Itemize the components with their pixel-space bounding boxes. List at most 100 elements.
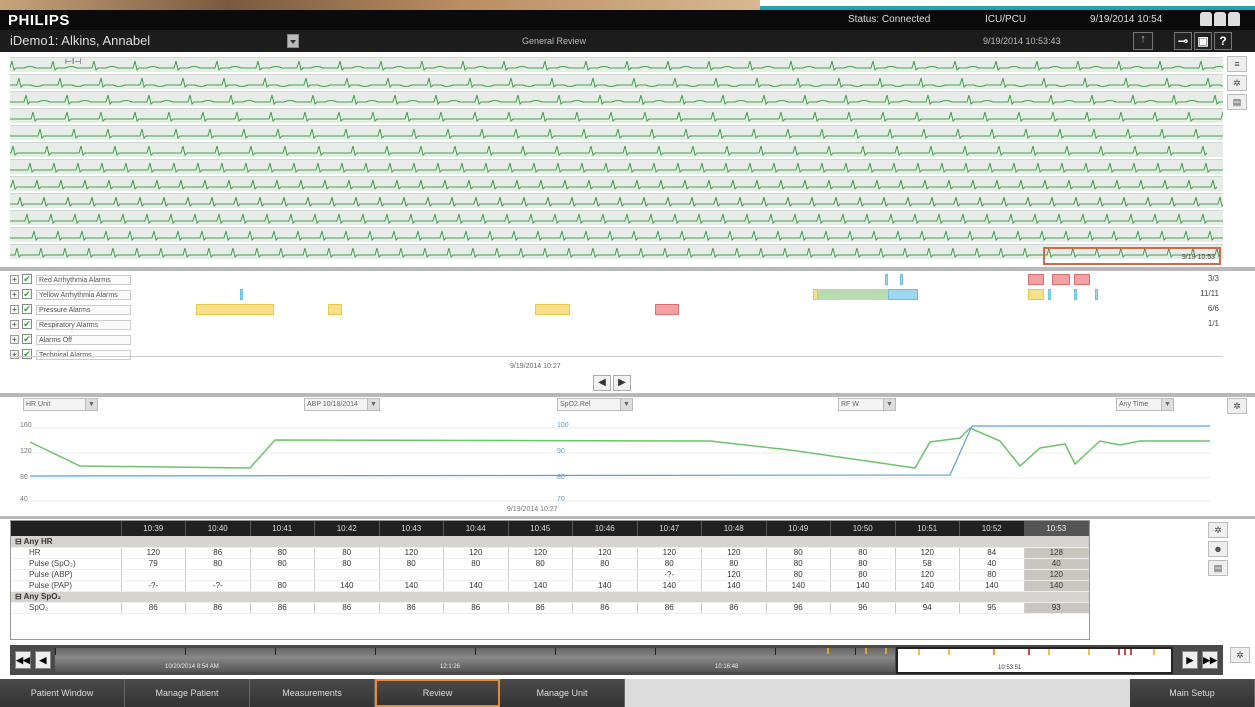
nav-manage-patient[interactable]: Manage Patient xyxy=(125,679,250,707)
next-page-button[interactable]: ▶ xyxy=(1182,651,1198,669)
alarm-checkbox[interactable]: ✔ xyxy=(22,304,32,314)
alarm-event-marker[interactable] xyxy=(196,304,274,315)
up-arrow-button[interactable]: ↑ xyxy=(1133,32,1153,50)
timeline-window[interactable]: 10:53:51 xyxy=(896,647,1173,674)
panel-divider[interactable] xyxy=(0,516,1255,519)
table-row[interactable]: Pulse (SpO₂) 79 80 80 80 80 80 80 80 80 80 80 80 58 40… xyxy=(11,558,1089,570)
first-page-button[interactable]: ◀◀ xyxy=(15,651,31,669)
alarm-event-marker[interactable] xyxy=(328,304,342,315)
alarm-event-marker[interactable] xyxy=(885,274,888,285)
note-icon[interactable]: ▤ xyxy=(1227,94,1247,110)
table-row[interactable]: Pulse (ABP) -?- 120 80 80 120 80 120 xyxy=(11,569,1089,581)
time-column-header[interactable]: 10:49 xyxy=(766,521,831,536)
time-column-header[interactable]: 10:44 xyxy=(443,521,509,536)
alarm-checkbox[interactable]: ✔ xyxy=(22,319,32,329)
print-icon[interactable]: ▣ xyxy=(1194,32,1212,50)
ecg-selection-box[interactable]: 9/19 10:53 xyxy=(1043,247,1221,265)
time-column-header[interactable]: 10:46 xyxy=(572,521,638,536)
time-column-header[interactable]: 10:52 xyxy=(959,521,1025,536)
trend-r2-select[interactable]: RF W ▼ xyxy=(838,398,896,411)
expand-toggle[interactable]: + xyxy=(10,305,19,314)
measurement-value: 94 xyxy=(895,602,960,614)
note-icon[interactable]: ▤ xyxy=(1208,560,1228,576)
trend-right-select[interactable]: SpO2 Rel ▼ xyxy=(557,398,633,411)
nav-main-setup[interactable]: Main Setup xyxy=(1130,679,1255,707)
help-button[interactable]: ? xyxy=(1214,32,1232,50)
previous-alarm-button[interactable]: ◀ xyxy=(593,375,611,391)
alarm-event-marker[interactable] xyxy=(535,304,570,315)
next-alarm-button[interactable]: ▶ xyxy=(613,375,631,391)
expand-toggle[interactable]: + xyxy=(10,320,19,329)
nav-review[interactable]: Review xyxy=(375,679,500,707)
alarm-event-marker[interactable] xyxy=(240,289,243,300)
trend-mid-select[interactable]: ABP 10/18/2014 ▼ xyxy=(304,398,380,411)
expand-toggle[interactable]: + xyxy=(10,335,19,344)
alarm-checkbox[interactable]: ✔ xyxy=(22,289,32,299)
timeline-tick xyxy=(775,648,776,655)
table-row[interactable]: Pulse (PAP) -?- -?- 80 140 140 140 140 140 140 140… xyxy=(11,580,1089,592)
table-row[interactable]: HR 120 86 80 80 120 120 120 120 120 120 80 80 120 84 12… xyxy=(11,547,1089,559)
time-column-header[interactable]: 10:50 xyxy=(830,521,896,536)
alarm-event-marker[interactable] xyxy=(900,274,903,285)
timeline-scrollbar[interactable]: ◀◀ ◀ 10/20/2014 8:54 AM 12:1:26 10:16:48… xyxy=(10,645,1223,675)
expand-toggle[interactable]: + xyxy=(10,350,19,359)
time-column-header[interactable]: 10:39 xyxy=(121,521,186,536)
alarm-checkbox[interactable]: ✔ xyxy=(22,274,32,284)
time-column-header[interactable]: 10:43 xyxy=(379,521,444,536)
waveform-settings-icon[interactable]: ≡ xyxy=(1227,56,1247,72)
time-column-header[interactable]: 10:51 xyxy=(895,521,960,536)
table-group-row[interactable]: ⊟ Any HR xyxy=(11,536,1089,548)
alarm-event-marker[interactable] xyxy=(1028,274,1044,285)
nav-measurements[interactable]: Measurements xyxy=(250,679,375,707)
timeline-window-label: 10:53:51 xyxy=(998,665,1022,671)
trend-left-select[interactable]: HR Unit ▼ xyxy=(23,398,98,411)
measurement-value: 86 xyxy=(314,602,380,614)
gear-icon[interactable]: ✲ xyxy=(1227,398,1247,414)
time-column-header[interactable]: 10:48 xyxy=(701,521,767,536)
previous-page-button[interactable]: ◀ xyxy=(35,651,51,669)
gear-icon[interactable]: ✲ xyxy=(1227,75,1247,91)
alarm-event-marker[interactable] xyxy=(1095,289,1098,300)
expand-toggle[interactable]: + xyxy=(10,290,19,299)
alarm-event-marker[interactable] xyxy=(1048,289,1051,300)
nav-manage-unit[interactable]: Manage Unit xyxy=(500,679,625,707)
trend-r3-select[interactable]: Any Time ▼ xyxy=(1116,398,1174,411)
bottom-navigation: Patient Window Manage Patient Measuremen… xyxy=(0,679,1255,707)
gear-icon[interactable]: ✲ xyxy=(1230,647,1250,663)
caliper-icon[interactable]: ⊢I⊣ xyxy=(65,57,81,66)
collapse-icon[interactable]: ⊟ xyxy=(15,537,24,546)
ecg-waveform-panel[interactable]: ⊢I⊣ 9/19 10:53 xyxy=(10,53,1223,266)
measurement-value: 80 xyxy=(766,558,831,570)
alarm-event-marker[interactable] xyxy=(888,289,918,300)
staff-icon[interactable] xyxy=(1200,12,1250,28)
time-column-header[interactable]: 10:47 xyxy=(637,521,702,536)
timeline-event-tick xyxy=(993,649,995,655)
time-column-header[interactable]: 10:41 xyxy=(250,521,315,536)
nav-patient-window[interactable]: Patient Window xyxy=(0,679,125,707)
panel-divider[interactable] xyxy=(0,393,1255,397)
patient-dropdown-button[interactable] xyxy=(287,34,299,48)
alarm-event-marker[interactable] xyxy=(1074,289,1077,300)
key-icon[interactable]: ⊸ xyxy=(1174,32,1192,50)
time-column-header[interactable]: 10:53 xyxy=(1024,521,1089,536)
last-page-button[interactable]: ▶▶ xyxy=(1202,651,1218,669)
collapse-icon[interactable]: ⊟ xyxy=(15,592,24,601)
alarm-event-marker[interactable] xyxy=(1052,274,1070,285)
alarm-checkbox[interactable]: ✔ xyxy=(22,334,32,344)
person-icon[interactable]: ☻ xyxy=(1208,541,1228,557)
time-column-header[interactable]: 10:40 xyxy=(185,521,251,536)
trend-plot[interactable] xyxy=(10,398,1223,516)
time-column-header[interactable]: 10:42 xyxy=(314,521,380,536)
alarm-checkbox[interactable]: ✔ xyxy=(22,349,32,359)
alarm-time-marker: 9/19/2014 10:27 xyxy=(510,363,561,370)
timeline-track[interactable]: 10/20/2014 8:54 AM 12:1:26 10:16:48 xyxy=(55,648,895,672)
alarm-event-marker[interactable] xyxy=(655,304,679,315)
time-column-header[interactable]: 10:45 xyxy=(508,521,573,536)
alarm-event-marker[interactable] xyxy=(818,289,888,300)
table-row[interactable]: SpO₂ 86 86 86 86 86 86 86 86 86 86 96 96 94 95 93 xyxy=(11,602,1089,614)
alarm-event-marker[interactable] xyxy=(1028,289,1044,300)
alarm-event-marker[interactable] xyxy=(1074,274,1090,285)
expand-toggle[interactable]: + xyxy=(10,275,19,284)
table-group-row[interactable]: ⊟ Any SpO₂ xyxy=(11,591,1089,603)
gear-icon[interactable]: ✲ xyxy=(1208,522,1228,538)
